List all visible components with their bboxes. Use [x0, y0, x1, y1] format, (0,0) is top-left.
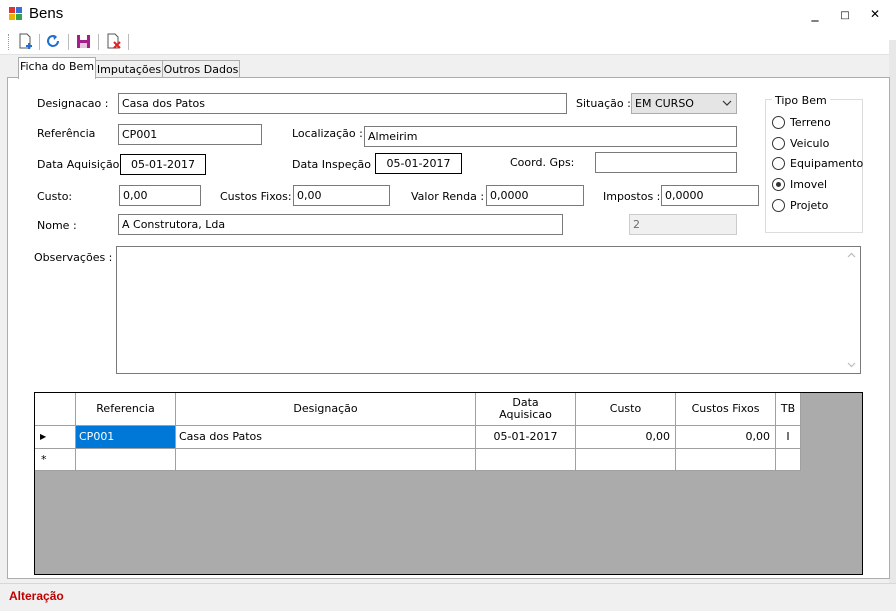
minimize-icon: _	[811, 6, 819, 22]
toolbar-separator	[128, 34, 129, 50]
save-button[interactable]	[74, 32, 94, 51]
app-icon	[9, 7, 22, 20]
new-cell-data-aquisicao[interactable]	[476, 449, 576, 471]
header-referencia[interactable]: Referencia	[76, 393, 176, 426]
minimize-button[interactable]: _	[800, 0, 830, 29]
new-cell-custo[interactable]	[576, 449, 676, 471]
radio-label: Terreno	[790, 116, 831, 129]
maximize-icon: □	[840, 10, 850, 21]
designacao-input[interactable]: Casa dos Patos	[118, 93, 567, 114]
toolbar-separator	[39, 34, 40, 50]
radio-circle[interactable]	[772, 157, 785, 170]
radio-circle-selected[interactable]	[772, 178, 785, 191]
nome-input[interactable]: A Construtora, Lda	[118, 214, 563, 235]
observacoes-label: Observações :	[34, 251, 113, 264]
tipo-bem-title: Tipo Bem	[772, 94, 830, 107]
delete-button[interactable]	[104, 32, 124, 51]
radio-circle[interactable]	[772, 137, 785, 150]
custos-fixos-label: Custos Fixos:	[220, 190, 292, 203]
cell-tb[interactable]: I	[776, 426, 801, 449]
refresh-button[interactable]	[44, 32, 64, 51]
chevron-down-icon	[722, 100, 732, 106]
status-bar: Alteração	[0, 583, 896, 611]
coord-gps-label: Coord. Gps:	[510, 156, 575, 169]
custo-label: Custo:	[37, 190, 73, 203]
toolbar-separator	[98, 34, 99, 50]
header-tb[interactable]: TB	[776, 393, 801, 426]
delete-document-icon	[107, 33, 121, 49]
data-grid[interactable]: Referencia Designação Data Aquisicao Cus…	[34, 392, 863, 575]
valor-renda-label: Valor Renda :	[411, 190, 485, 203]
radio-label: Projeto	[790, 199, 829, 212]
header-custo[interactable]: Custo	[576, 393, 676, 426]
new-cell-custos-fixos[interactable]	[676, 449, 776, 471]
close-button[interactable]: ✕	[860, 0, 890, 29]
referencia-label: Referência	[37, 127, 96, 140]
situacao-select[interactable]: EM CURSO	[631, 93, 737, 114]
radio-circle[interactable]	[772, 199, 785, 212]
coord-gps-input[interactable]	[595, 152, 737, 173]
designacao-label: Designacao :	[37, 97, 109, 110]
new-cell-referencia[interactable]	[76, 449, 176, 471]
custos-fixos-input[interactable]: 0,00	[293, 185, 390, 206]
observacoes-scrollbar[interactable]	[843, 247, 860, 373]
radio-label: Imovel	[790, 178, 828, 191]
cell-referencia[interactable]: CP001	[76, 426, 176, 449]
window-title: Bens	[29, 5, 64, 22]
data-inspecao-label: Data Inspeção :	[292, 158, 379, 171]
cell-custo[interactable]: 0,00	[576, 426, 676, 449]
data-aquisicao-input[interactable]: 05-01-2017	[120, 154, 206, 175]
cell-custos-fixos[interactable]: 0,00	[676, 426, 776, 449]
toolbar-grip	[8, 34, 10, 50]
custo-input[interactable]: 0,00	[119, 185, 201, 206]
toolbar-separator	[68, 34, 69, 50]
save-icon	[77, 35, 90, 48]
status-text: Alteração	[9, 589, 64, 603]
id-field: 2	[629, 214, 737, 235]
header-data-aquisicao[interactable]: Data Aquisicao	[476, 393, 576, 426]
situacao-label: Situação :	[576, 97, 631, 110]
window-scrollbar[interactable]	[889, 40, 896, 583]
maximize-button[interactable]: □	[830, 0, 860, 29]
tab-ficha-do-bem[interactable]: Ficha do Bem	[18, 57, 96, 79]
scroll-down-icon[interactable]	[847, 362, 856, 368]
data-inspecao-input[interactable]: 05-01-2017	[375, 153, 462, 174]
impostos-input[interactable]: 0,0000	[661, 185, 759, 206]
row-indicator[interactable]: ▶	[35, 426, 76, 449]
radio-label: Equipamento	[790, 157, 864, 170]
radio-circle[interactable]	[772, 116, 785, 129]
impostos-label: Impostos :	[603, 190, 661, 203]
data-aquisicao-label: Data Aquisição :	[37, 158, 127, 171]
new-button[interactable]	[16, 32, 36, 51]
new-row-indicator[interactable]: *	[35, 449, 76, 471]
refresh-icon	[47, 35, 59, 47]
title-bar: Bens _ □ ✕	[0, 0, 896, 29]
header-data-aquisicao-line2: Aquisicao	[499, 408, 552, 421]
nome-label: Nome :	[37, 219, 77, 232]
new-cell-tb[interactable]	[776, 449, 801, 471]
cell-data-aquisicao[interactable]: 05-01-2017	[476, 426, 576, 449]
scroll-up-icon[interactable]	[847, 252, 856, 258]
referencia-input[interactable]: CP001	[118, 124, 262, 145]
close-icon: ✕	[869, 7, 881, 21]
new-cell-designacao[interactable]	[176, 449, 476, 471]
radio-label: Veiculo	[790, 137, 830, 150]
valor-renda-input[interactable]: 0,0000	[486, 185, 584, 206]
header-custos-fixos[interactable]: Custos Fixos	[676, 393, 776, 426]
header-designacao[interactable]: Designação	[176, 393, 476, 426]
cell-designacao[interactable]: Casa dos Patos	[176, 426, 476, 449]
new-document-icon	[19, 33, 32, 49]
localizacao-label: Localização :	[292, 127, 363, 140]
observacoes-textarea[interactable]	[116, 246, 861, 374]
localizacao-input[interactable]: Almeirim	[364, 126, 737, 147]
situacao-value: EM CURSO	[635, 97, 694, 110]
grid-corner-header	[35, 393, 76, 426]
toolbar	[0, 29, 896, 55]
